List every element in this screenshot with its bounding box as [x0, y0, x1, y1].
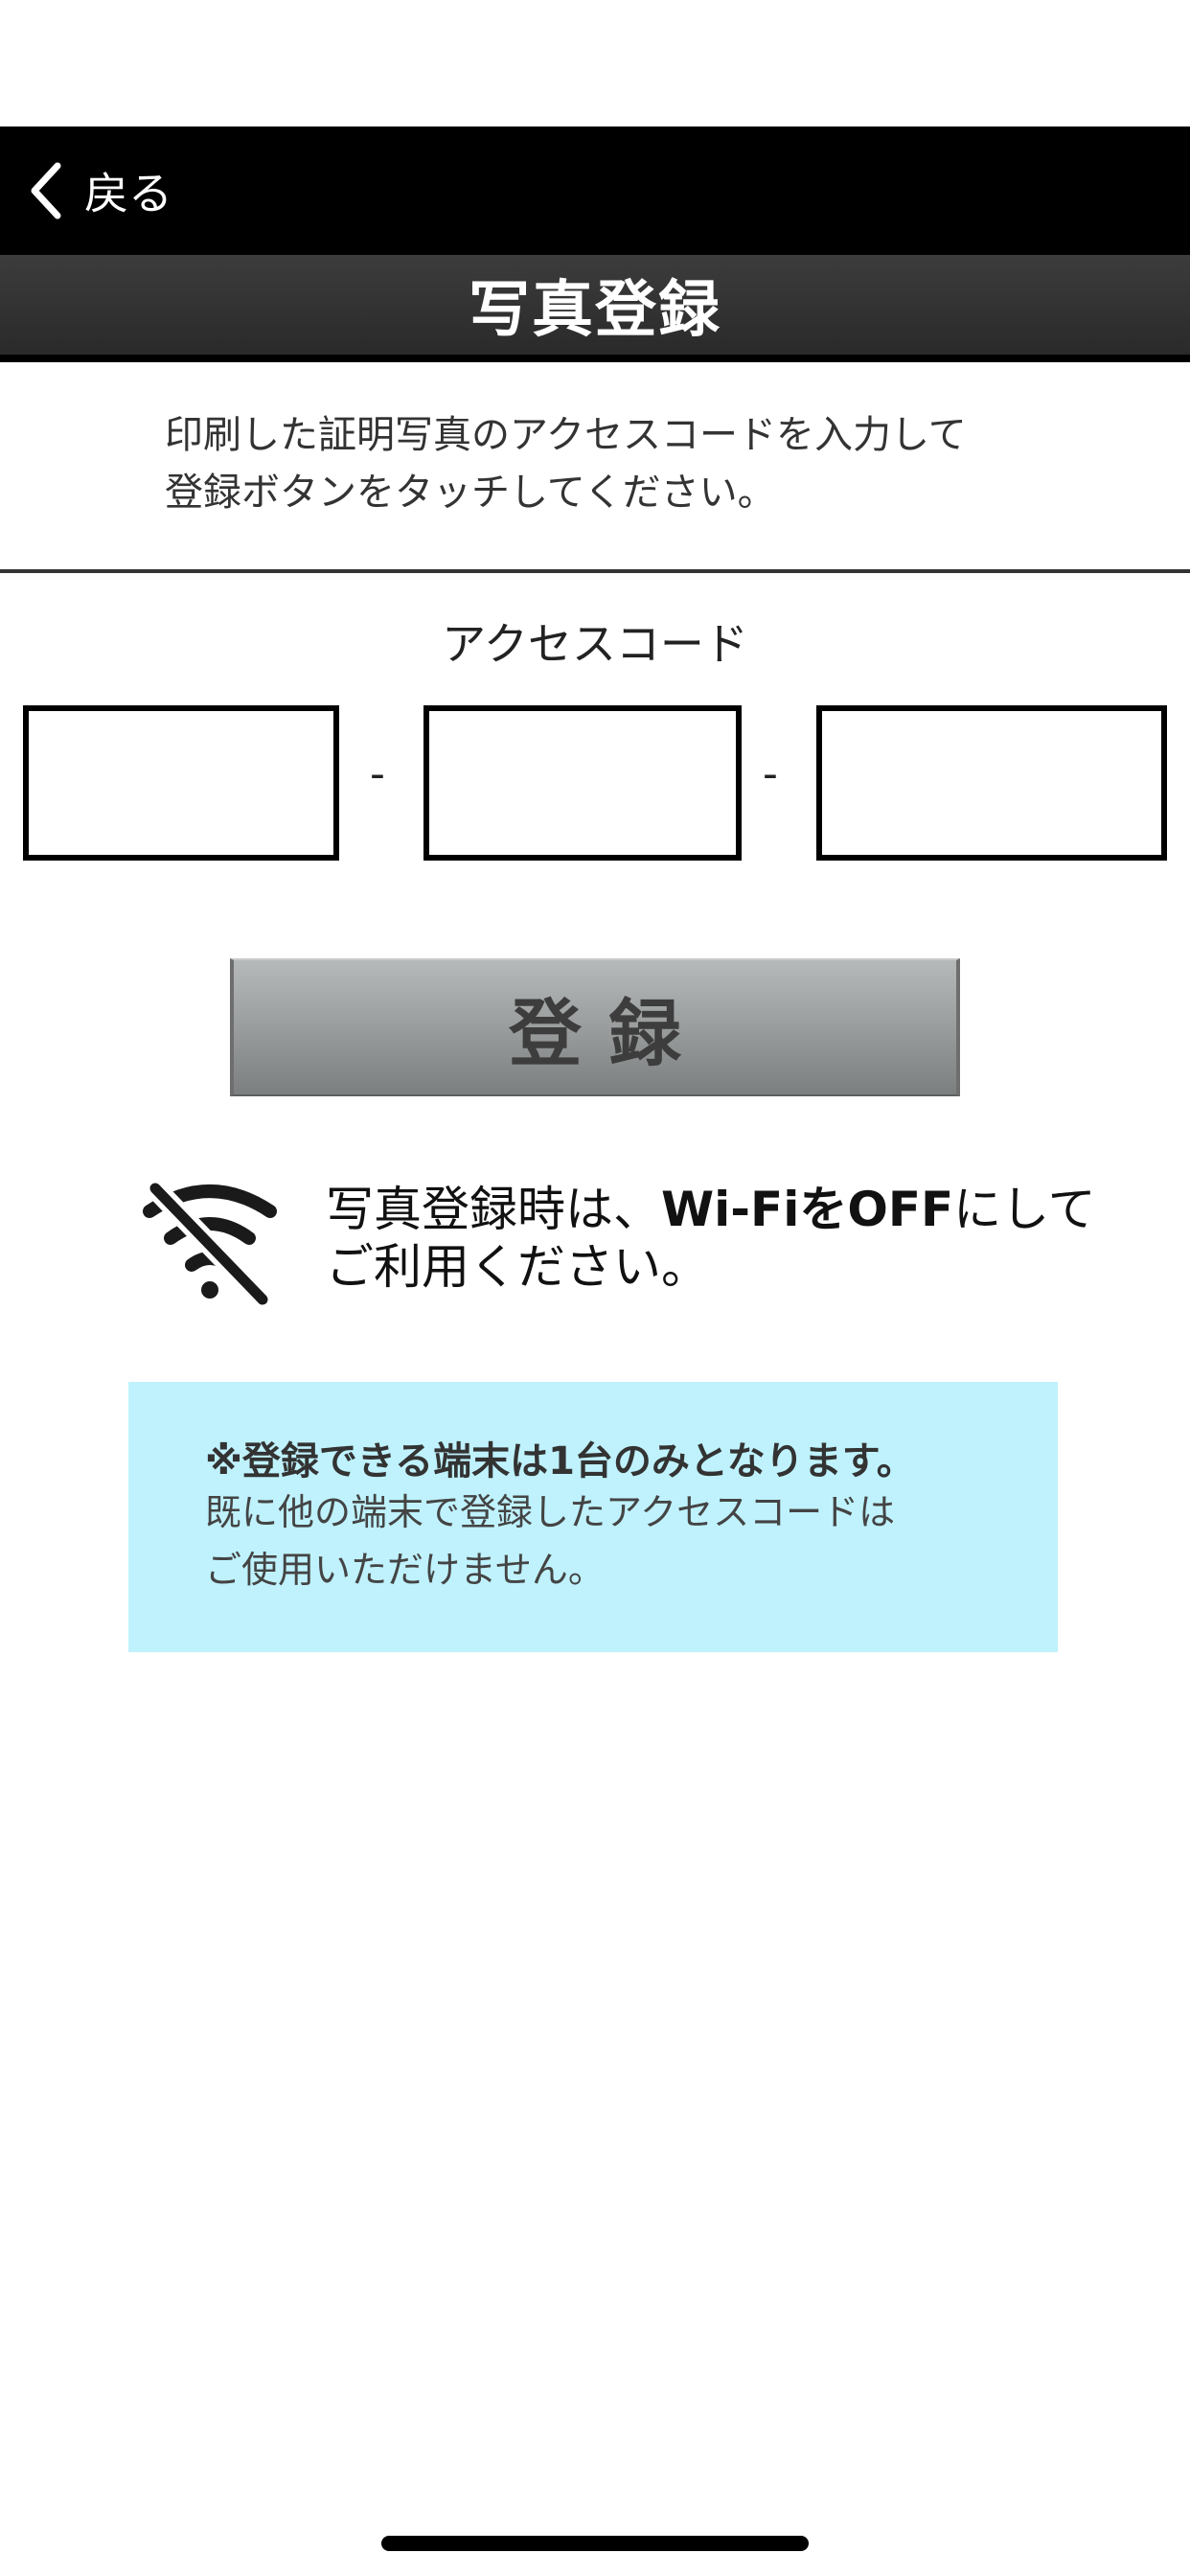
wifi-off-notice: 写真登録時は、Wi-FiをOFFにして ご利用ください。: [326, 1181, 1169, 1296]
wifi-notice-prefix: 写真登録時は、: [326, 1182, 661, 1237]
wifi-notice-bold: Wi-FiをOFF: [661, 1182, 954, 1237]
access-code-label: アクセスコード: [442, 618, 748, 670]
code-separator-2: -: [763, 749, 778, 798]
instruction-section: 印刷した証明写真のアクセスコードを入力して 登録ボタンをタッチしてください。: [0, 362, 1190, 573]
notice-title: ※登録できる端末は1台のみとなります。: [205, 1439, 915, 1484]
access-code-input-1[interactable]: [23, 705, 339, 861]
page-title: 写真登録: [469, 275, 721, 346]
instruction-line-2: 登録ボタンをタッチしてください。: [165, 471, 776, 515]
instruction-text: 印刷した証明写真のアクセスコードを入力して 登録ボタンをタッチしてください。: [165, 406, 1123, 521]
wifi-notice-suffix: にして: [953, 1182, 1096, 1237]
wifi-notice-line-2: ご利用ください。: [326, 1239, 709, 1295]
chevron-left-icon: [31, 162, 61, 219]
notice-body: 既に他の端末で登録したアクセスコードは ご使用いただけません。: [205, 1484, 1029, 1598]
device-limit-notice: ※登録できる端末は1台のみとなります。 既に他の端末で登録したアクセスコードは …: [128, 1382, 1058, 1652]
code-separator-1: -: [370, 749, 385, 798]
access-code-input-2[interactable]: [423, 705, 742, 861]
register-button[interactable]: 登録: [230, 958, 960, 1096]
instruction-line-1: 印刷した証明写真のアクセスコードを入力して: [165, 413, 967, 457]
nav-bar: 戻る: [0, 126, 1190, 255]
notice-line-2: ご使用いただけません。: [205, 1549, 605, 1591]
register-button-label: 登録: [509, 991, 708, 1076]
access-code-input-3[interactable]: [816, 705, 1167, 861]
status-bar: [0, 0, 1190, 126]
wifi-notice-line-1: 写真登録時は、Wi-FiをOFFにして: [326, 1181, 1169, 1238]
title-bar: 写真登録: [0, 255, 1190, 362]
back-button[interactable]: 戻る: [29, 148, 172, 234]
back-label: 戻る: [84, 168, 172, 219]
home-indicator: [381, 2536, 809, 2551]
wifi-off-icon: [143, 1178, 277, 1309]
notice-line-1: 既に他の端末で登録したアクセスコードは: [205, 1491, 896, 1533]
